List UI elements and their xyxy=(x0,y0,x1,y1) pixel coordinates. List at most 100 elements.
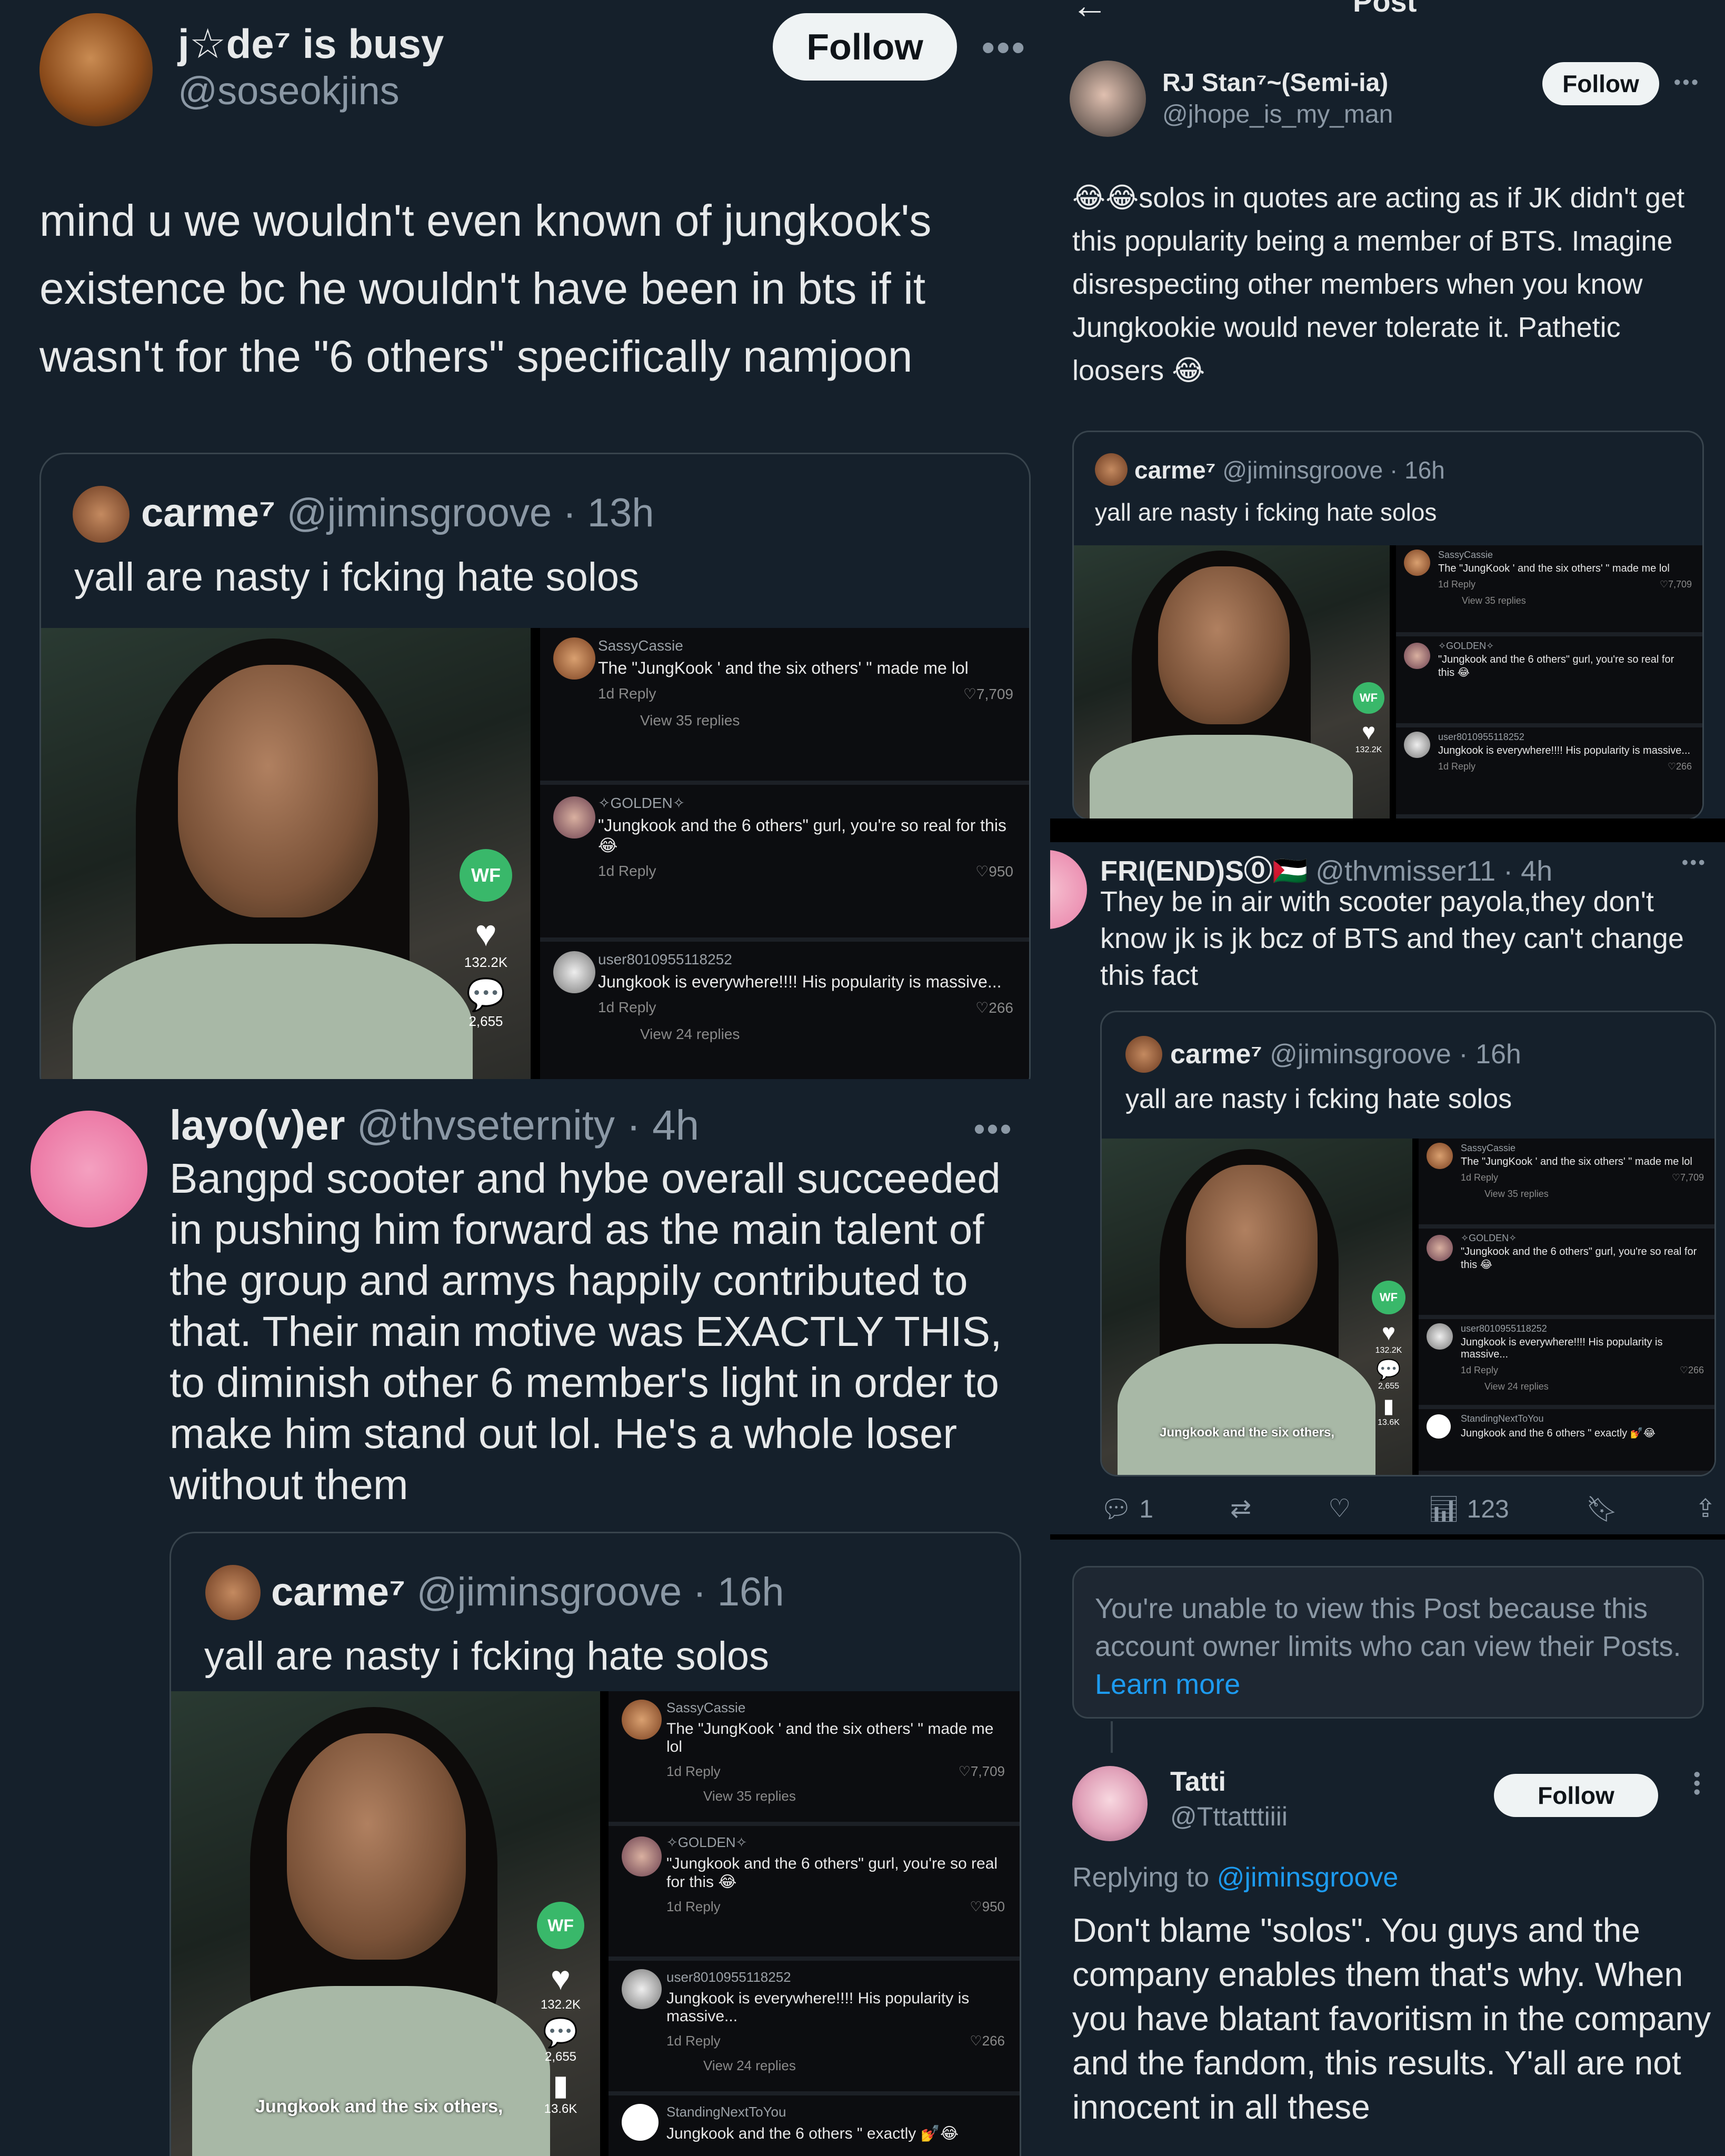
comment-2: ✧GOLDEN✧ "Jungkook and the 6 others" gur… xyxy=(1396,636,1702,727)
quoted-media[interactable]: WF ♥ 132.2K 💬 2,655 ▮ 13.6K Jungkook and… xyxy=(1102,1139,1714,1475)
video-thumbnail: WF ♥ 132.2K 💬 2,655 xyxy=(41,628,531,1079)
tiktok-sidebar: WF ♥ 132.2K 💬 2,655 ▮ 13.6K xyxy=(534,1902,587,2117)
post-text: 😂😂solos in quotes are acting as if JK di… xyxy=(1072,182,1685,386)
comment-user: user8010955118252 xyxy=(1438,732,1524,742)
post-actions: 💬︎ 1 ⇄ ♡ 📊︎ 123 🔖︎ ⇪ xyxy=(1100,1494,1716,1524)
more-icon[interactable]: ••• xyxy=(982,26,1027,68)
post-text: mind u we wouldn't even known of jungkoo… xyxy=(39,196,932,381)
quoted-media[interactable]: WF ♥ 132.2K 💬 2,655 SassyCassie The "Jun… xyxy=(41,628,1029,1079)
video-caption: Jungkook and the six others, xyxy=(255,2097,503,2117)
views-count: 123 xyxy=(1467,1495,1509,1523)
quoted-media[interactable]: WF ♥ 132.2K SassyCassie The "JungKook ' … xyxy=(1074,545,1702,819)
avatar[interactable] xyxy=(31,1111,147,1227)
more-icon[interactable]: ••• xyxy=(1686,1771,1708,1798)
comment-user: SassyCassie xyxy=(666,1700,746,1715)
quoted-author-handle: @jiminsgroove · 16h xyxy=(416,1570,784,1614)
bookmark-icon: ▮ xyxy=(553,2070,569,2101)
comments-panel: SassyCassie The "JungKook ' and the six … xyxy=(1390,545,1702,819)
comment-3: user8010955118252 Jungkook is everywhere… xyxy=(1419,1319,1714,1410)
comments-panel: SassyCassie The "JungKook ' and the six … xyxy=(531,628,1029,1079)
comment-3: user8010955118252 Jungkook is everywhere… xyxy=(1396,727,1702,819)
back-arrow-icon[interactable]: ← xyxy=(1071,0,1108,26)
share-icon[interactable]: ⇪ xyxy=(1695,1494,1716,1524)
author-handle[interactable]: @thvseternity · 4h xyxy=(357,1102,699,1149)
comment-1: SassyCassie The "JungKook ' and the six … xyxy=(1419,1139,1714,1229)
author-handle[interactable]: @jhope_is_my_man xyxy=(1162,100,1393,129)
comment-likes: ♡266 xyxy=(975,1000,1013,1016)
author-handle[interactable]: @soseokjins xyxy=(178,68,400,113)
comment-text: "Jungkook and the 6 others" gurl, you're… xyxy=(598,816,1006,855)
comment-meta: 1d Reply xyxy=(598,863,656,879)
comment-meta: 1d Reply xyxy=(666,2032,721,2049)
follow-button[interactable]: Follow xyxy=(1542,62,1659,105)
avatar[interactable] xyxy=(1072,1766,1148,1841)
learn-more-link[interactable]: Learn more xyxy=(1095,1669,1240,1700)
comment-likes: ♡7,709 xyxy=(1659,579,1692,590)
like-icon[interactable]: ♡ xyxy=(1328,1494,1351,1524)
quoted-text: yall are nasty i fcking hate solos xyxy=(1095,498,1437,526)
comments-count: 2,655 xyxy=(1378,1382,1400,1391)
thread-line xyxy=(1111,1721,1113,1753)
comment-meta: 1d Reply xyxy=(666,1763,721,1779)
author-name[interactable]: layo(v)er xyxy=(169,1102,345,1149)
comment-3: user8010955118252 Jungkook is everywhere… xyxy=(540,942,1029,1079)
more-icon[interactable]: ••• xyxy=(1674,71,1700,93)
avatar[interactable] xyxy=(1070,61,1146,137)
comment-likes: ♡7,709 xyxy=(1671,1172,1704,1183)
view-replies: View 24 replies xyxy=(1484,1381,1549,1392)
quoted-post[interactable]: carme⁷ @jiminsgroove · 16h yall are nast… xyxy=(169,1532,1021,2156)
author-handle[interactable]: @Tttatttiiii xyxy=(1170,1801,1288,1832)
quoted-post[interactable]: carme⁷ @jiminsgroove · 16h yall are nast… xyxy=(1100,1011,1716,1476)
view-replies: View 24 replies xyxy=(703,2057,796,2073)
repost-icon[interactable]: ⇄ xyxy=(1230,1494,1251,1524)
heart-icon: ♥ xyxy=(551,1959,571,1997)
reply-action[interactable]: 💬︎ 1 xyxy=(1100,1494,1153,1524)
comment-text: Jungkook is everywhere!!!! His popularit… xyxy=(598,972,1002,991)
comment-meta: 1d Reply xyxy=(1461,1364,1499,1375)
comment-text: "Jungkook and the 6 others" gurl, you're… xyxy=(666,1854,998,1891)
comment-user: user8010955118252 xyxy=(598,951,732,967)
post-mid-right: FRI(END)S⓪🇵🇸 @thvmisser11 · 4h ••• They … xyxy=(1050,842,1725,1534)
author-handle[interactable]: @thvmisser11 · 4h xyxy=(1315,855,1552,887)
post-mid-left: layo(v)er @thvseternity · 4h ••• Bangpd … xyxy=(0,1079,1050,2156)
comment-1: SassyCassie The "JungKook ' and the six … xyxy=(609,1691,1020,1826)
notice-text: You're unable to view this Post because … xyxy=(1095,1593,1681,1662)
post-bottom-right: You're unable to view this Post because … xyxy=(1050,1540,1725,2156)
author-name[interactable]: RJ Stan⁷~(Semi-ia) xyxy=(1162,68,1388,97)
follow-button[interactable]: Follow xyxy=(1494,1774,1658,1817)
quoted-media[interactable]: WF ♥ 132.2K 💬 2,655 ▮ 13.6K Jungkook and… xyxy=(171,1691,1020,2156)
author-name[interactable]: j☆de⁷ is busy xyxy=(178,20,444,68)
author-name[interactable]: FRI(END)S⓪🇵🇸 xyxy=(1100,855,1308,887)
comment-text: Jungkook and the 6 others " exactly 💅😂 xyxy=(1461,1428,1656,1440)
author-name[interactable]: Tatti xyxy=(1170,1766,1226,1798)
quoted-author-handle: @jiminsgroove · 13h xyxy=(286,491,654,535)
quoted-avatar xyxy=(1125,1036,1162,1073)
post-top-right: ← Post RJ Stan⁷~(Semi-ia) @jhope_is_my_m… xyxy=(1050,0,1725,819)
more-icon[interactable]: ••• xyxy=(1682,853,1707,873)
quoted-post[interactable]: carme⁷ @jiminsgroove · 13h yall are nast… xyxy=(39,453,1031,1079)
bookmark-icon[interactable]: 🔖︎ xyxy=(1586,1494,1618,1524)
comment-icon: 💬 xyxy=(543,2017,579,2049)
comment-2: ✧GOLDEN✧ "Jungkook and the 6 others" gur… xyxy=(609,1825,1020,1961)
views-action[interactable]: 📊︎ 123 xyxy=(1428,1494,1509,1524)
comment-likes: ♡950 xyxy=(970,1898,1005,1914)
quoted-avatar xyxy=(1095,453,1128,486)
avatar[interactable] xyxy=(39,13,153,126)
more-icon[interactable]: ••• xyxy=(974,1111,1013,1147)
replying-to-link[interactable]: @jiminsgroove xyxy=(1217,1862,1399,1893)
follow-button[interactable]: Follow xyxy=(773,13,957,81)
comment-likes: ♡266 xyxy=(970,2032,1005,2049)
comment-4: StandingNextToYou Jungkook and the 6 oth… xyxy=(609,2095,1020,2156)
avatar[interactable] xyxy=(1050,850,1087,929)
comment-1: SassyCassie The "JungKook ' and the six … xyxy=(1396,545,1702,636)
view-replies: View 35 replies xyxy=(703,1788,796,1804)
tiktok-sidebar: WF ♥ 132.2K 💬 2,655 ▮ 13.6K xyxy=(1368,1281,1410,1428)
effect-icon: WF xyxy=(1372,1281,1405,1314)
comment-user: ✧GOLDEN✧ xyxy=(666,1834,747,1850)
comment-text: "Jungkook and the 6 others" gurl, you're… xyxy=(1461,1246,1697,1271)
comment-text: The "JungKook ' and the six others' " ma… xyxy=(1438,563,1670,574)
comment-text: The "JungKook ' and the six others' " ma… xyxy=(598,658,969,677)
restricted-notice: You're unable to view this Post because … xyxy=(1072,1566,1704,1719)
quoted-author-name: carme⁷ xyxy=(1134,456,1216,484)
quoted-post[interactable]: carme⁷ @jiminsgroove · 16h yall are nast… xyxy=(1072,431,1704,819)
